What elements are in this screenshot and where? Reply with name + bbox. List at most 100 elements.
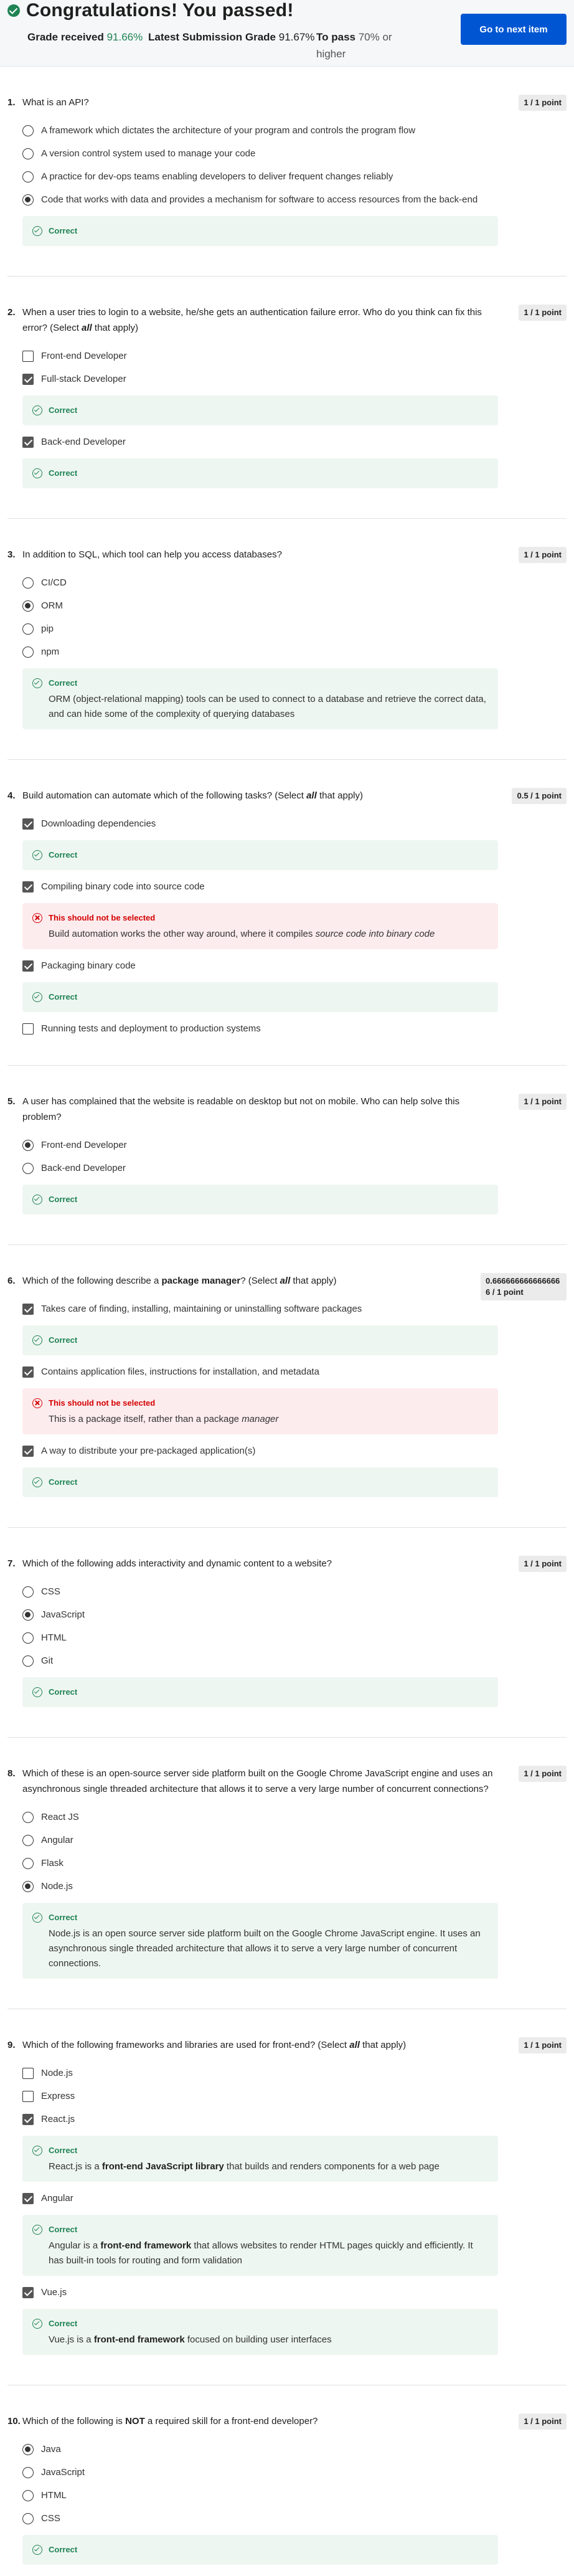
option[interactable]: A version control system used to manage … <box>22 142 567 165</box>
option[interactable]: CI/CD <box>22 571 567 594</box>
option[interactable]: Back-end Developer <box>22 430 567 453</box>
option[interactable]: JavaScript <box>22 1603 567 1626</box>
option[interactable]: pip <box>22 617 567 640</box>
checkbox[interactable] <box>22 2067 34 2079</box>
option[interactable]: Vue.js <box>22 2281 567 2304</box>
option[interactable]: Angular <box>22 2187 567 2210</box>
option[interactable]: Back-end Developer <box>22 1157 567 1180</box>
option[interactable]: CSS <box>22 1580 567 1603</box>
option[interactable]: Contains application files, instructions… <box>22 1360 567 1383</box>
radio-button-selected[interactable] <box>22 600 34 612</box>
text-part: that apply) <box>290 1276 337 1286</box>
option[interactable]: Packaging binary code <box>22 954 567 977</box>
radio-button[interactable] <box>22 1632 34 1644</box>
feedback-text: React.js is a front-end JavaScript libra… <box>32 2159 488 2174</box>
feedback-label: Correct <box>49 992 78 1002</box>
feedback-label: Correct <box>49 1477 78 1487</box>
options: Front-end Developer Full-stack Developer… <box>7 344 567 488</box>
option-label: Running tests and deployment to producti… <box>41 1023 261 1034</box>
checkbox-checked[interactable] <box>22 1303 34 1315</box>
option[interactable]: Front-end Developer <box>22 1134 567 1157</box>
feedback-correct: Correct <box>22 840 498 870</box>
option[interactable]: Node.js <box>22 2062 567 2085</box>
radio-button[interactable] <box>22 646 34 658</box>
option[interactable]: JavaScript <box>22 2461 567 2484</box>
option-label: Contains application files, instructions… <box>41 1366 319 1377</box>
option[interactable]: ORM <box>22 594 567 617</box>
option[interactable]: HTML <box>22 1626 567 1649</box>
text-part: ? (Select <box>240 1276 280 1286</box>
radio-button[interactable] <box>22 171 34 182</box>
checkbox-checked[interactable] <box>22 1366 34 1378</box>
checkbox-checked[interactable] <box>22 960 34 972</box>
checkbox[interactable] <box>22 2090 34 2102</box>
checkbox-checked[interactable] <box>22 881 34 893</box>
option[interactable]: Takes care of finding, installing, maint… <box>22 1297 567 1320</box>
radio-button[interactable] <box>22 1811 34 1823</box>
option[interactable]: Angular <box>22 1829 567 1852</box>
radio-button[interactable] <box>22 1834 34 1846</box>
radio-button-selected[interactable] <box>22 1139 34 1151</box>
option[interactable]: Java <box>22 2438 567 2461</box>
question-text: Which of the following describe a packag… <box>22 1273 496 1289</box>
radio-button[interactable] <box>22 125 34 136</box>
option-label: A way to distribute your pre-packaged ap… <box>41 1446 256 1456</box>
feedback-correct: Correct Vue.js is a front-end framework … <box>22 2309 498 2355</box>
radio-button[interactable] <box>22 577 34 589</box>
radio-button[interactable] <box>22 623 34 635</box>
option[interactable]: HTML <box>22 2484 567 2507</box>
checkbox-checked[interactable] <box>22 373 34 385</box>
checkbox-checked[interactable] <box>22 2286 34 2298</box>
radio-button-selected[interactable] <box>22 1880 34 1892</box>
option[interactable]: Node.js <box>22 1875 567 1898</box>
checkbox-checked[interactable] <box>22 2192 34 2204</box>
checkbox-checked[interactable] <box>22 818 34 830</box>
radio-button[interactable] <box>22 1857 34 1869</box>
option-label: JavaScript <box>41 1609 85 1620</box>
checkbox-checked[interactable] <box>22 1445 34 1457</box>
radio-button[interactable] <box>22 1162 34 1174</box>
option[interactable]: A practice for dev-ops teams enabling de… <box>22 165 567 188</box>
radio-button-selected[interactable] <box>22 194 34 206</box>
radio-button[interactable] <box>22 148 34 159</box>
option[interactable]: React.js <box>22 2108 567 2131</box>
option[interactable]: Compiling binary code into source code <box>22 875 567 898</box>
radio-button[interactable] <box>22 1586 34 1598</box>
radio-button-selected[interactable] <box>22 1609 34 1621</box>
option-label: React JS <box>41 1812 79 1822</box>
text-bold: NOT <box>125 2416 145 2427</box>
checkbox-checked[interactable] <box>22 2113 34 2125</box>
checkbox-checked[interactable] <box>22 436 34 448</box>
option[interactable]: A way to distribute your pre-packaged ap… <box>22 1439 567 1462</box>
x-icon <box>32 1398 42 1408</box>
option[interactable]: Running tests and deployment to producti… <box>22 1017 567 1040</box>
radio-button[interactable] <box>22 1655 34 1667</box>
feedback-label: Correct <box>49 468 78 478</box>
option[interactable]: Front-end Developer <box>22 344 567 367</box>
option[interactable]: A framework which dictates the architect… <box>22 119 567 142</box>
checkbox[interactable] <box>22 350 34 362</box>
option[interactable]: npm <box>22 640 567 663</box>
option-label: Node.js <box>41 2068 73 2078</box>
option[interactable]: Express <box>22 2085 567 2108</box>
radio-button[interactable] <box>22 2489 34 2501</box>
radio-button[interactable] <box>22 2466 34 2478</box>
feedback-label: Correct <box>49 1913 78 1922</box>
option[interactable]: Git <box>22 1649 567 1672</box>
option[interactable]: Downloading dependencies <box>22 812 567 835</box>
feedback-label: This should not be selected <box>49 1398 156 1408</box>
question-text: Which of the following is NOT a required… <box>22 2413 496 2429</box>
option[interactable]: Full-stack Developer <box>22 367 567 391</box>
option[interactable]: Code that works with data and provides a… <box>22 188 567 211</box>
next-item-button[interactable]: Go to next item <box>461 14 567 45</box>
radio-button-selected[interactable] <box>22 2443 34 2455</box>
to-pass: To pass 70% or higher <box>316 29 416 62</box>
question-text: In addition to SQL, which tool can help … <box>22 549 282 560</box>
option-label: Angular <box>41 2193 73 2204</box>
checkbox[interactable] <box>22 1023 34 1035</box>
radio-button[interactable] <box>22 2512 34 2524</box>
option[interactable]: React JS <box>22 1806 567 1829</box>
option[interactable]: Flask <box>22 1852 567 1875</box>
option[interactable]: CSS <box>22 2507 567 2530</box>
question-number: 3. <box>7 549 16 560</box>
